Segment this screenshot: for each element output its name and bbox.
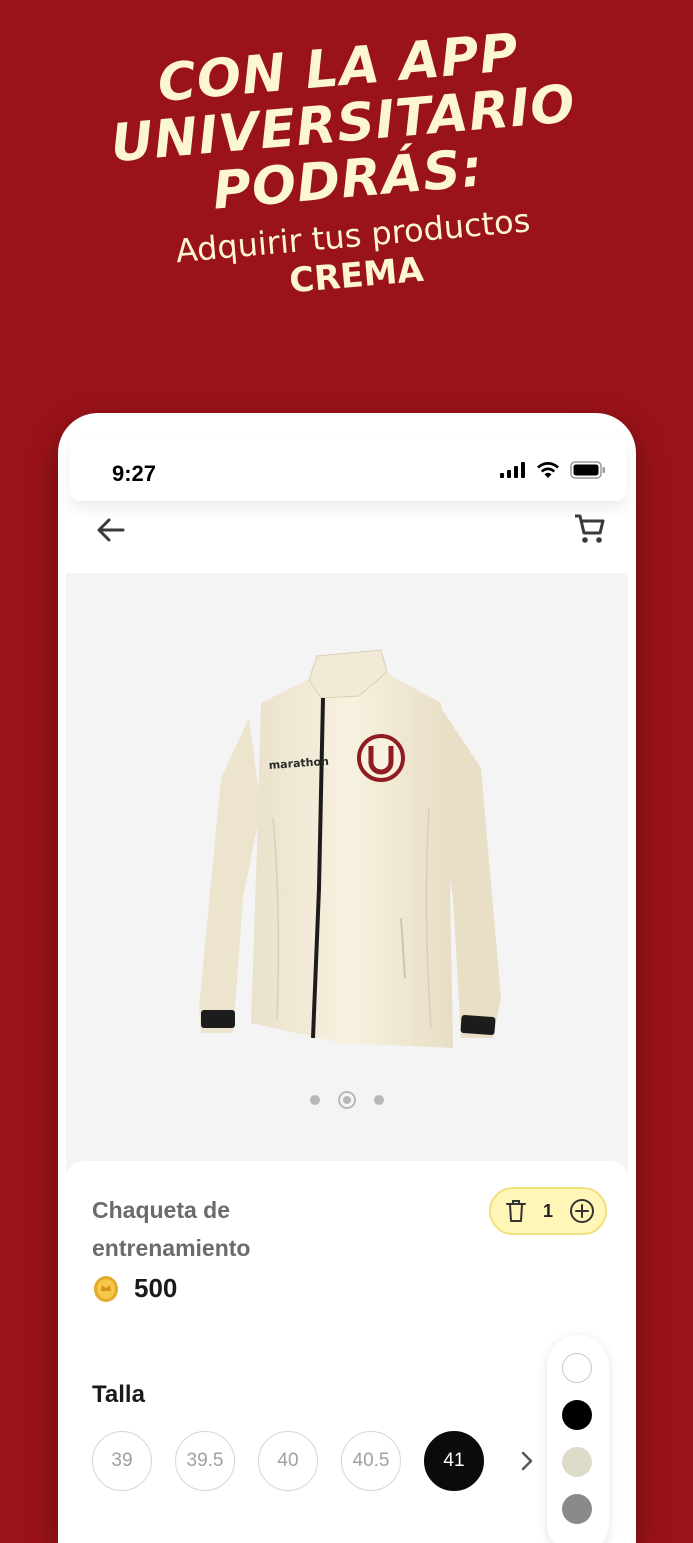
size-options: 39 39.5 40 40.5 41 <box>92 1431 484 1491</box>
battery-icon <box>570 461 605 479</box>
price-value: 500 <box>134 1273 178 1303</box>
size-option[interactable]: 39.5 <box>175 1431 235 1491</box>
promo-headline: CON LA APP UNIVERSITARIO PODRÁS: Adquiri… <box>0 23 693 360</box>
app-bar <box>58 501 636 573</box>
chevron-right-icon[interactable] <box>515 1449 539 1473</box>
size-option[interactable]: 40 <box>258 1431 318 1491</box>
color-swatch-cream[interactable] <box>562 1447 592 1477</box>
size-option[interactable]: 40.5 <box>341 1431 401 1491</box>
carousel-dot[interactable] <box>374 1095 384 1105</box>
status-icons <box>500 461 606 479</box>
price-row: 500 <box>92 1273 177 1304</box>
product-detail-card: Chaqueta de entrenamiento 1 500 Talla 39 <box>66 1161 628 1543</box>
back-arrow-icon[interactable] <box>94 513 128 547</box>
coin-icon <box>94 1275 118 1302</box>
quantity-value: 1 <box>542 1200 553 1221</box>
carousel-indicator <box>66 1091 628 1109</box>
signal-icon <box>500 462 525 478</box>
quantity-stepper: 1 <box>489 1187 607 1235</box>
carousel-dot[interactable] <box>310 1095 320 1105</box>
jacket-image[interactable]: marathon <box>191 648 511 1088</box>
color-picker <box>547 1335 609 1543</box>
size-label: Talla <box>92 1381 145 1408</box>
product-image-area: marathon <box>66 573 628 1173</box>
product-name: Chaqueta de entrenamiento <box>92 1197 251 1261</box>
color-swatch-black[interactable] <box>562 1400 592 1430</box>
color-swatch-white[interactable] <box>562 1353 592 1383</box>
wifi-icon <box>537 462 559 478</box>
phone-mockup: 9:27 marathon Chaqueta de entrenamiento … <box>58 413 636 1543</box>
promo-headline-text: CON LA APP UNIVERSITARIO PODRÁS: Adquiri… <box>56 16 636 320</box>
status-bar: 9:27 <box>70 435 626 501</box>
trash-icon[interactable] <box>505 1199 527 1223</box>
status-time: 9:27 <box>112 461 157 486</box>
plus-circle-icon[interactable] <box>569 1198 595 1224</box>
cart-icon[interactable] <box>572 511 608 547</box>
size-option-selected[interactable]: 41 <box>424 1431 484 1491</box>
color-swatch-gray[interactable] <box>562 1494 592 1524</box>
carousel-dot-active[interactable] <box>338 1091 356 1109</box>
size-option[interactable]: 39 <box>92 1431 152 1491</box>
